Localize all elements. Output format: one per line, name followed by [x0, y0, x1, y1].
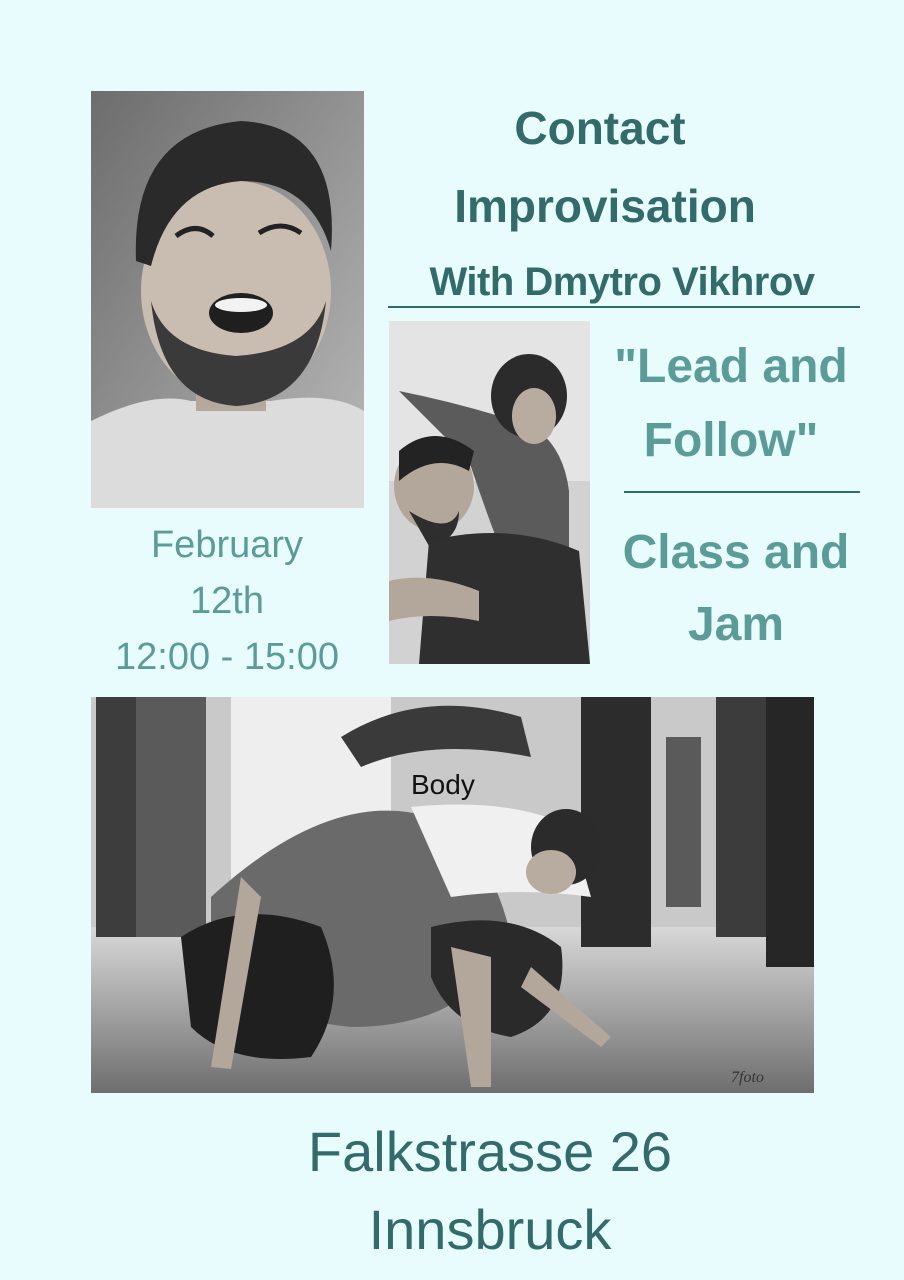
instructor-line: With Dmytro Vikhrov — [429, 260, 815, 304]
event-title-line2: Improvisation — [454, 180, 756, 232]
event-time: 12:00 - 15:00 — [115, 636, 339, 678]
theme-line1: "Lead and — [614, 340, 848, 393]
address-city: Innsbruck — [368, 1198, 612, 1261]
theme-divider — [624, 491, 860, 493]
date-month: February — [150, 524, 304, 566]
group-illustration — [91, 697, 814, 1093]
duet-illustration — [389, 321, 590, 664]
photo-watermark: 7foto — [731, 1069, 764, 1086]
date-day: 12th — [190, 580, 264, 622]
address-street: Falkstrasse 26 — [307, 1120, 673, 1183]
portrait-illustration — [91, 91, 364, 508]
format-line1: Class and — [622, 526, 850, 579]
theme-line2: Follow" — [643, 414, 819, 467]
portrait-photo — [91, 91, 364, 508]
group-photo: Body 7foto — [91, 697, 814, 1093]
format-line2: Jam — [687, 598, 785, 651]
instructor-underline — [388, 306, 860, 308]
event-title-line1: Contact — [514, 102, 686, 154]
photo-caption: Body — [411, 769, 475, 800]
duet-photo — [389, 321, 590, 664]
